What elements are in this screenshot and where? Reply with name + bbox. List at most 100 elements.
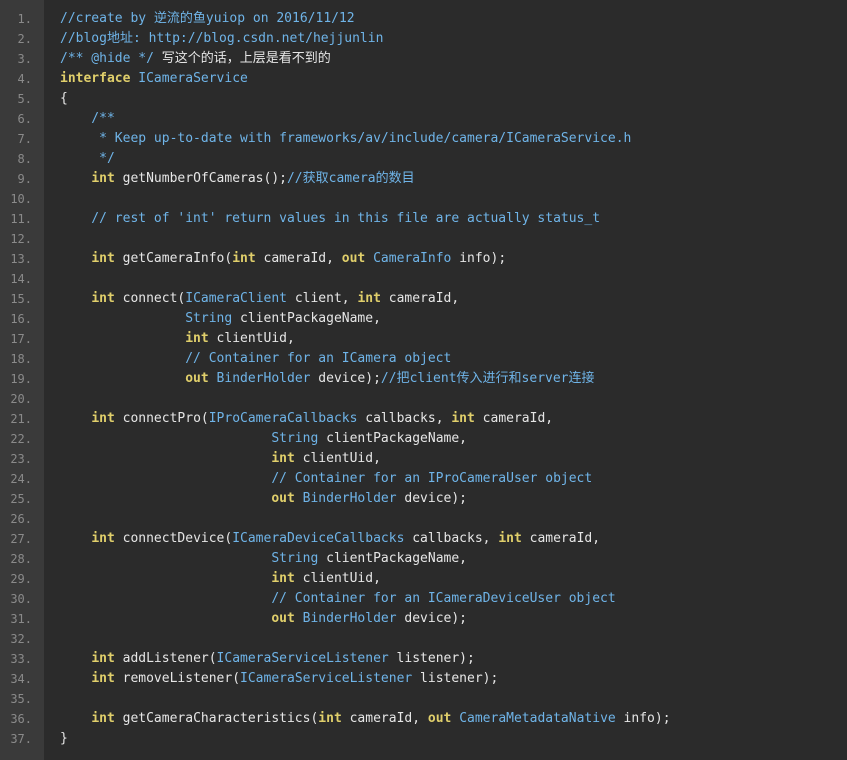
line-number: 4. (17, 72, 32, 86)
line-number: 33. (10, 652, 32, 666)
line-number: 25. (10, 492, 32, 506)
code-token-keyword: int (498, 531, 522, 546)
code-line: 24. // Container for an IProCameraUser o… (0, 469, 847, 489)
code-token-keyword: out (271, 491, 295, 506)
code-text: int addListener(ICameraServiceListener l… (60, 649, 475, 669)
line-number: 24. (10, 472, 32, 486)
code-line: 19. out BinderHolder device);//把client传入… (0, 369, 847, 389)
code-text: */ (60, 149, 115, 169)
line-number: 14. (10, 272, 32, 286)
code-line: 15. int connect(ICameraClient client, in… (0, 289, 847, 309)
code-token-plain: callbacks, (404, 531, 499, 546)
line-number: 30. (10, 592, 32, 606)
code-token-plain: } (60, 731, 68, 746)
code-token-keyword: int (91, 651, 115, 666)
code-token-keyword: int (185, 331, 209, 346)
code-line: 1. //create by 逆流的鱼yuiop on 2016/11/12 (0, 9, 847, 29)
line-number: 36. (10, 712, 32, 726)
code-token-comment: // Container for an ICameraDeviceUser ob… (60, 591, 616, 606)
code-token-keyword: int (91, 171, 115, 186)
code-token-keyword: int (357, 291, 381, 306)
code-token-plain: addListener( (114, 651, 217, 666)
code-text: int clientUid, (60, 329, 295, 349)
line-number: 17. (10, 332, 32, 346)
code-line: 22. String clientPackageName, (0, 429, 847, 449)
code-token-type: IProCameraCallbacks (208, 411, 358, 426)
code-line: 23. int clientUid, (0, 449, 847, 469)
code-token-keyword: int (91, 671, 115, 686)
line-number: 28. (10, 552, 32, 566)
code-lines: 1. //create by 逆流的鱼yuiop on 2016/11/12 2. /… (0, 9, 847, 749)
code-line: 35. (0, 689, 847, 709)
code-token-keyword: out (185, 371, 209, 386)
code-token-keyword: int (451, 411, 475, 426)
line-number: 34. (10, 672, 32, 686)
code-line: 31. out BinderHolder device); (0, 609, 847, 629)
code-line: 34. int removeListener(ICameraServiceLis… (0, 669, 847, 689)
code-token-type: BinderHolder (216, 371, 311, 386)
code-line: 12. (0, 229, 847, 249)
code-text: out BinderHolder device);//把client传入进行和s… (60, 369, 594, 389)
code-token-comment: /** (60, 111, 115, 126)
code-token-plain: cameraId, (255, 251, 342, 266)
code-token-plain: clientUid, (208, 331, 295, 346)
code-line: 10. (0, 189, 847, 209)
code-line: 33. int addListener(ICameraServiceListen… (0, 649, 847, 669)
code-line: 3. /** @hide */ 写这个的话，上层是看不到的 (0, 49, 847, 69)
code-token-comment: // Container for an ICamera object (60, 351, 452, 366)
code-token-type: BinderHolder (302, 611, 397, 626)
code-token-type: String (271, 551, 319, 566)
code-text: } (60, 729, 68, 749)
code-text: { (60, 89, 68, 109)
code-token-plain: clientPackageName, (318, 431, 468, 446)
code-token-plain: clientUid, (294, 571, 381, 586)
code-text: out BinderHolder device); (60, 609, 467, 629)
code-token-type: ICameraDeviceCallbacks (232, 531, 405, 546)
code-line: 28. String clientPackageName, (0, 549, 847, 569)
line-number: 26. (10, 512, 32, 526)
code-token-plain: callbacks, (357, 411, 452, 426)
code-token-plain: removeListener( (114, 671, 241, 686)
code-text: * Keep up-to-date with frameworks/av/inc… (60, 129, 631, 149)
code-token-type: ICameraServiceListener (216, 651, 389, 666)
code-line: 36. int getCameraCharacteristics(int cam… (0, 709, 847, 729)
code-text: /** (60, 109, 115, 129)
code-token-plain: device); (396, 611, 468, 626)
line-number: 13. (10, 252, 32, 266)
code-token-type: String (271, 431, 319, 446)
line-number: 10. (10, 192, 32, 206)
code-token-plain: 写这个的话，上层是看不到的 (161, 51, 331, 66)
code-token-comment: //blog地址: http://blog.csdn.net/hejjunlin (60, 31, 384, 46)
code-line: 21. int connectPro(IProCameraCallbacks c… (0, 409, 847, 429)
code-line: 17. int clientUid, (0, 329, 847, 349)
code-token-keyword: int (91, 711, 115, 726)
line-number: 37. (10, 732, 32, 746)
code-line: 8. */ (0, 149, 847, 169)
code-text: //blog地址: http://blog.csdn.net/hejjunlin (60, 29, 383, 49)
code-token-type: CameraInfo (373, 251, 452, 266)
code-text: String clientPackageName, (60, 549, 467, 569)
code-text: out BinderHolder device); (60, 489, 467, 509)
code-text: int getNumberOfCameras();//获取camera的数目 (60, 169, 414, 189)
code-token-plain: { (60, 91, 68, 106)
code-line: 4. interface ICameraService (0, 69, 847, 89)
code-token-keyword: int (232, 251, 256, 266)
code-text: /** @hide */ 写这个的话，上层是看不到的 (60, 49, 331, 69)
code-line: 6. /** (0, 109, 847, 129)
code-token-keyword: int (91, 251, 115, 266)
line-number: 21. (10, 412, 32, 426)
code-line: 7. * Keep up-to-date with frameworks/av/… (0, 129, 847, 149)
code-token-keyword: int (91, 531, 115, 546)
code-token-plain: info); (615, 711, 671, 726)
code-line: 37.} (0, 729, 847, 749)
code-token-plain: getCameraCharacteristics( (114, 711, 319, 726)
